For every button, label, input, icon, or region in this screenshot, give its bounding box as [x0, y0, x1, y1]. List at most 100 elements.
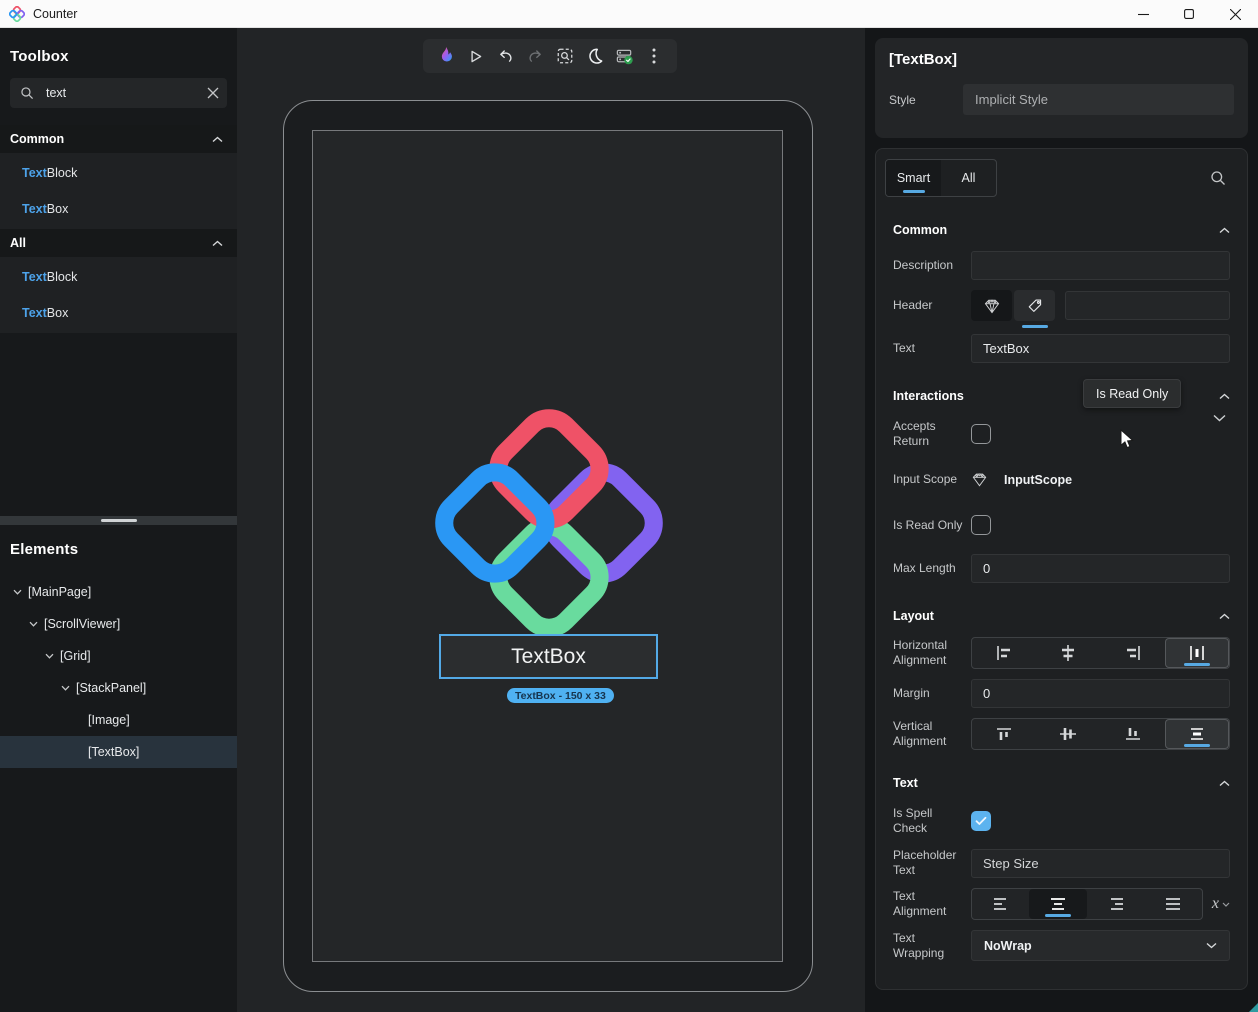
valign-bottom-button[interactable]	[1101, 719, 1165, 749]
margin-input[interactable]	[971, 679, 1230, 708]
max-length-input[interactable]	[971, 554, 1230, 583]
tab-all[interactable]: All	[941, 160, 996, 196]
is-spell-check-label: Is Spell Check	[893, 806, 971, 836]
header-binding-toggle[interactable]	[971, 290, 1012, 321]
dark-mode-moon-icon[interactable]	[584, 45, 606, 67]
elements-heading: Elements	[0, 525, 237, 562]
toggle-selected-indicator	[1022, 325, 1048, 328]
tab-smart[interactable]: Smart	[886, 160, 941, 196]
text-align-left-button[interactable]	[972, 889, 1029, 919]
is-read-only-checkbox[interactable]	[971, 515, 991, 535]
margin-label: Margin	[893, 686, 971, 701]
chevron-down-icon[interactable]	[42, 653, 56, 659]
text-input[interactable]	[971, 334, 1230, 363]
tag-icon	[1026, 297, 1044, 315]
toolbox-item-textbox[interactable]: TextBox	[0, 295, 237, 331]
window-resize-grip[interactable]	[1249, 1003, 1258, 1012]
chevron-down-icon[interactable]	[10, 589, 24, 595]
style-input[interactable]: Implicit Style	[963, 84, 1234, 115]
x-binding-icon[interactable]: x	[1212, 895, 1230, 913]
input-scope-value[interactable]: InputScope	[1004, 473, 1072, 487]
section-layout[interactable]: Layout	[885, 605, 1238, 627]
text-alignment-label: Text Alignment	[893, 889, 971, 919]
minimize-button[interactable]	[1120, 0, 1166, 28]
toolbox-item-textblock[interactable]: TextBlock	[0, 155, 237, 191]
halign-stretch-button[interactable]	[1165, 638, 1229, 668]
server-status-icon[interactable]	[613, 45, 635, 67]
toolbox-section-common[interactable]: Common	[0, 125, 237, 153]
horizontal-alignment-group	[971, 637, 1230, 669]
selected-textbox-element[interactable]: TextBox	[439, 634, 658, 679]
chevron-up-icon[interactable]	[1219, 227, 1230, 234]
section-common[interactable]: Common	[885, 219, 1238, 241]
device-frame: TextBox TextBox - 150 x 33	[283, 100, 813, 992]
text-align-center-button[interactable]	[1029, 889, 1086, 919]
text-align-right-button[interactable]	[1087, 889, 1144, 919]
uno-platform-logo	[435, 409, 663, 637]
tree-item-scrollviewer[interactable]: [ScrollViewer]	[0, 608, 237, 640]
input-scope-label: Input Scope	[893, 472, 971, 487]
play-icon[interactable]	[465, 45, 487, 67]
toolbox-search[interactable]	[10, 78, 227, 108]
style-label: Style	[889, 93, 963, 107]
text-wrapping-dropdown[interactable]: NoWrap	[971, 930, 1230, 961]
tree-item-mainpage[interactable]: [MainPage]	[0, 576, 237, 608]
toolbox-item-textbox[interactable]: TextBox	[0, 191, 237, 227]
section-text[interactable]: Text	[885, 772, 1238, 794]
properties-card: Smart All Common De	[875, 148, 1248, 990]
chevron-down-icon[interactable]	[58, 685, 72, 691]
search-properties-icon[interactable]	[1210, 170, 1226, 186]
maximize-button[interactable]	[1166, 0, 1212, 28]
chevron-down-icon[interactable]	[26, 621, 40, 627]
valign-stretch-button[interactable]	[1165, 719, 1229, 749]
halign-center-button[interactable]	[1036, 638, 1100, 668]
chevron-up-icon	[212, 136, 223, 143]
gem-binding-icon	[983, 297, 1001, 315]
accepts-return-checkbox[interactable]	[971, 424, 991, 444]
toolbox-search-input[interactable]	[46, 86, 207, 100]
properties-panel: [TextBox] Style Implicit Style Smart All	[865, 28, 1258, 1012]
design-canvas[interactable]: TextBox TextBox - 150 x 33	[237, 28, 865, 1012]
section-interactions[interactable]: Interactions	[885, 385, 1238, 407]
valign-top-button[interactable]	[972, 719, 1036, 749]
is-read-only-tooltip: Is Read Only	[1083, 379, 1181, 408]
chevron-up-icon[interactable]	[1219, 393, 1230, 400]
toolbox-section-all[interactable]: All	[0, 229, 237, 257]
close-button[interactable]	[1212, 0, 1258, 28]
panel-splitter[interactable]	[0, 516, 237, 525]
vertical-alignment-label: Vertical Alignment	[893, 719, 971, 749]
text-alignment-group	[971, 888, 1203, 920]
is-spell-check-checkbox[interactable]	[971, 811, 991, 831]
halign-right-button[interactable]	[1101, 638, 1165, 668]
placeholder-text-input[interactable]	[971, 849, 1230, 878]
chevron-up-icon[interactable]	[1219, 613, 1230, 620]
header-input[interactable]	[1065, 291, 1230, 320]
device-screen[interactable]: TextBox TextBox - 150 x 33	[312, 130, 783, 962]
header-literal-toggle[interactable]	[1014, 290, 1055, 321]
valign-center-button[interactable]	[1036, 719, 1100, 749]
chevron-up-icon	[212, 240, 223, 247]
description-input[interactable]	[971, 251, 1230, 280]
gem-binding-icon[interactable]	[971, 471, 988, 488]
more-options-icon[interactable]	[643, 45, 665, 67]
selected-indicator	[1045, 914, 1071, 917]
search-icon	[20, 86, 34, 100]
placeholder-text-label: Placeholder Text	[893, 848, 971, 878]
clear-search-icon[interactable]	[207, 87, 219, 99]
size-badge: TextBox - 150 x 33	[507, 688, 614, 703]
tree-item-stackpanel[interactable]: [StackPanel]	[0, 672, 237, 704]
text-align-justify-button[interactable]	[1144, 889, 1201, 919]
tree-item-grid[interactable]: [Grid]	[0, 640, 237, 672]
inspect-zoom-icon[interactable]	[554, 45, 576, 67]
chevron-up-icon[interactable]	[1219, 780, 1230, 787]
tree-item-image[interactable]: [Image]	[0, 704, 237, 736]
toolbox-item-textblock[interactable]: TextBlock	[0, 259, 237, 295]
chevron-down-icon	[1206, 942, 1217, 949]
halign-left-button[interactable]	[972, 638, 1036, 668]
redo-icon[interactable]	[524, 45, 546, 67]
hot-reload-flame-icon[interactable]	[435, 45, 457, 67]
undo-icon[interactable]	[494, 45, 516, 67]
chevron-down-icon[interactable]	[1213, 414, 1226, 422]
tree-item-textbox-selected[interactable]: [TextBox]	[0, 736, 237, 768]
selected-indicator	[1184, 663, 1210, 666]
